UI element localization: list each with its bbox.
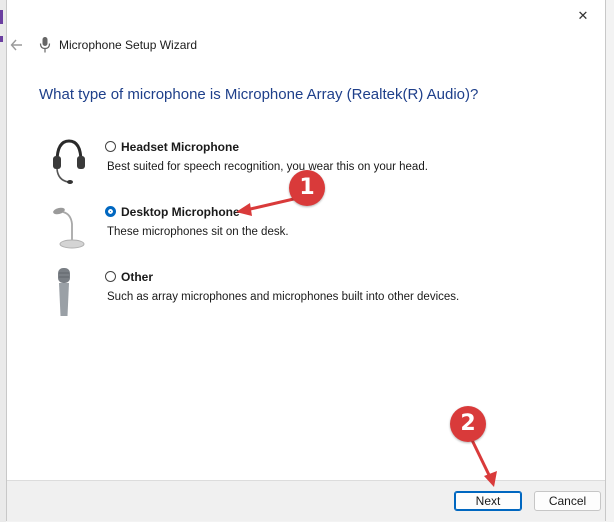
desktop-microphone-icon (53, 207, 85, 249)
microphone-icon (39, 37, 51, 53)
headset-icon (53, 139, 85, 184)
option-description-other: Such as array microphones and microphone… (107, 291, 460, 303)
cancel-button[interactable]: Cancel (534, 491, 601, 511)
background-accent-mark (0, 10, 3, 24)
option-description-headset: Best suited for speech recognition, you … (107, 161, 428, 173)
wizard-window: ✕ Microphone Setup Wizard What type of m… (6, 0, 606, 521)
radio-headset-microphone[interactable] (105, 141, 116, 152)
option-label-headset[interactable]: Headset Microphone (121, 140, 239, 154)
annotation-badge-2: 2 (450, 406, 486, 442)
option-label-desktop[interactable]: Desktop Microphone (121, 205, 240, 219)
close-button[interactable]: ✕ (573, 6, 593, 26)
title-bar: Microphone Setup Wizard (7, 34, 605, 58)
back-arrow-icon[interactable] (9, 35, 25, 55)
option-label-other[interactable]: Other (121, 270, 153, 284)
radio-other-microphone[interactable] (105, 271, 116, 282)
annotation-badge-1: 1 (289, 170, 325, 206)
page-title: What type of microphone is Microphone Ar… (39, 86, 479, 103)
window-title: Microphone Setup Wizard (59, 38, 198, 52)
button-bar: Next Cancel (7, 480, 605, 521)
next-button[interactable]: Next (454, 491, 522, 511)
background-accent-mark (0, 36, 3, 42)
handheld-microphone-icon (58, 268, 70, 316)
radio-desktop-microphone[interactable] (105, 206, 116, 217)
option-description-desktop: These microphones sit on the desk. (107, 226, 289, 238)
